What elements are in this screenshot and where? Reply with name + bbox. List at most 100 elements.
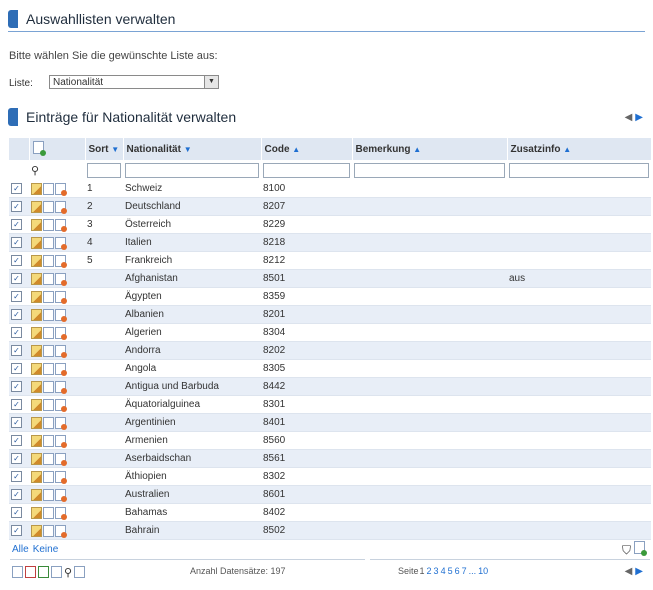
col-bemerkung[interactable]: Bemerkung ▲ bbox=[352, 138, 508, 160]
row-checkbox[interactable]: ✓ bbox=[11, 506, 22, 518]
copy-icon[interactable] bbox=[43, 200, 54, 213]
delete-icon[interactable] bbox=[55, 362, 67, 376]
delete-icon[interactable] bbox=[55, 218, 67, 232]
next-page-icon[interactable]: ▶ bbox=[635, 566, 643, 577]
copy-icon[interactable] bbox=[43, 398, 54, 411]
table-row[interactable]: ✓ Bahamas 8402 bbox=[9, 503, 651, 522]
col-nationalitaet[interactable]: Nationalität ▼ bbox=[123, 138, 262, 160]
row-checkbox[interactable]: ✓ bbox=[11, 254, 22, 266]
filter-zusatzinfo-input[interactable] bbox=[509, 162, 649, 178]
table-row[interactable]: ✓ Angola 8305 bbox=[9, 359, 651, 378]
delete-icon[interactable] bbox=[55, 488, 67, 502]
edit-icon[interactable] bbox=[31, 362, 42, 375]
row-checkbox[interactable]: ✓ bbox=[11, 470, 22, 482]
table-row[interactable]: ✓ Andorra 8202 bbox=[9, 341, 651, 360]
edit-icon[interactable] bbox=[31, 416, 42, 429]
copy-icon[interactable] bbox=[43, 308, 54, 321]
copy-icon[interactable] bbox=[43, 236, 54, 249]
binoculars-icon[interactable]: ⚲ bbox=[64, 566, 72, 579]
table-row[interactable]: ✓ 5 Frankreich 8212 bbox=[9, 251, 651, 270]
edit-icon[interactable] bbox=[31, 326, 42, 339]
page-link[interactable]: 1 bbox=[420, 566, 425, 576]
row-checkbox[interactable]: ✓ bbox=[11, 182, 22, 194]
filter-bemerkung-input[interactable] bbox=[354, 162, 505, 178]
prev-page-icon[interactable]: ◀ bbox=[625, 566, 633, 577]
edit-icon[interactable] bbox=[31, 434, 42, 447]
table-row[interactable]: ✓ Afghanistan 8501 aus bbox=[9, 269, 651, 288]
col-code[interactable]: Code ▲ bbox=[261, 138, 353, 160]
table-row[interactable]: ✓ Algerien 8304 bbox=[9, 323, 651, 342]
delete-icon[interactable] bbox=[55, 380, 67, 394]
delete-icon[interactable] bbox=[55, 200, 67, 214]
delete-icon[interactable] bbox=[55, 344, 67, 358]
delete-icon[interactable] bbox=[55, 254, 67, 268]
export-new-icon[interactable] bbox=[12, 566, 23, 579]
copy-icon[interactable] bbox=[43, 506, 54, 519]
excel-icon[interactable] bbox=[38, 566, 49, 579]
col-sort[interactable]: Sort ▼ bbox=[85, 138, 124, 160]
delete-icon[interactable] bbox=[55, 182, 67, 196]
copy-icon[interactable] bbox=[43, 488, 54, 501]
table-row[interactable]: ✓ Aserbaidschan 8561 bbox=[9, 449, 651, 468]
pdf-icon[interactable] bbox=[25, 566, 36, 579]
filter-icon[interactable]: ⛉ bbox=[622, 543, 631, 557]
table-row[interactable]: ✓ 2 Deutschland 8207 bbox=[9, 197, 651, 216]
row-checkbox[interactable]: ✓ bbox=[11, 290, 22, 302]
copy-icon[interactable] bbox=[43, 416, 54, 429]
col-zusatzinfo[interactable]: Zusatzinfo ▲ bbox=[507, 138, 652, 160]
table-row[interactable]: ✓ Ägypten 8359 bbox=[9, 287, 651, 306]
new-entry-icon[interactable] bbox=[32, 141, 46, 156]
table-row[interactable]: ✓ Australien 8601 bbox=[9, 485, 651, 504]
row-checkbox[interactable]: ✓ bbox=[11, 524, 22, 536]
row-checkbox[interactable]: ✓ bbox=[11, 326, 22, 338]
row-checkbox[interactable]: ✓ bbox=[11, 380, 22, 392]
next-page-icon[interactable]: ▶ bbox=[635, 112, 643, 123]
delete-icon[interactable] bbox=[55, 416, 67, 430]
copy-icon[interactable] bbox=[43, 290, 54, 303]
edit-icon[interactable] bbox=[31, 344, 42, 357]
page-link[interactable]: 10 bbox=[478, 566, 488, 576]
prev-page-icon[interactable]: ◀ bbox=[625, 112, 633, 123]
row-checkbox[interactable]: ✓ bbox=[11, 488, 22, 500]
copy-icon[interactable] bbox=[43, 362, 54, 375]
edit-icon[interactable] bbox=[31, 200, 42, 213]
delete-icon[interactable] bbox=[55, 506, 67, 520]
delete-icon[interactable] bbox=[55, 290, 67, 304]
copy-icon[interactable] bbox=[43, 326, 54, 339]
page-link[interactable]: ... bbox=[469, 566, 477, 576]
row-checkbox[interactable]: ✓ bbox=[11, 272, 22, 284]
row-checkbox[interactable]: ✓ bbox=[11, 362, 22, 374]
table-row[interactable]: ✓ 1 Schweiz 8100 bbox=[9, 180, 651, 198]
table-row[interactable]: ✓ Äquatorialguinea 8301 bbox=[9, 395, 651, 414]
edit-icon[interactable] bbox=[31, 488, 42, 501]
copy-icon[interactable] bbox=[43, 470, 54, 483]
edit-icon[interactable] bbox=[31, 290, 42, 303]
edit-icon[interactable] bbox=[31, 506, 42, 519]
table-row[interactable]: ✓ Bahrain 8502 bbox=[9, 521, 651, 540]
delete-icon[interactable] bbox=[55, 524, 67, 538]
delete-icon[interactable] bbox=[55, 470, 67, 484]
edit-icon[interactable] bbox=[31, 380, 42, 393]
delete-icon[interactable] bbox=[55, 398, 67, 412]
print-icon[interactable] bbox=[74, 566, 86, 579]
table-row[interactable]: ✓ Albanien 8201 bbox=[9, 305, 651, 324]
row-checkbox[interactable]: ✓ bbox=[11, 200, 22, 212]
copy-icon[interactable] bbox=[43, 380, 54, 393]
row-checkbox[interactable]: ✓ bbox=[11, 434, 22, 446]
row-checkbox[interactable]: ✓ bbox=[11, 416, 22, 428]
row-checkbox[interactable]: ✓ bbox=[11, 452, 22, 464]
edit-icon[interactable] bbox=[31, 182, 42, 195]
page-link[interactable]: 2 bbox=[427, 566, 432, 576]
copy-icon[interactable] bbox=[43, 182, 54, 195]
row-checkbox[interactable]: ✓ bbox=[11, 344, 22, 356]
select-all-link[interactable]: Alle bbox=[12, 544, 29, 555]
copy-icon[interactable] bbox=[43, 344, 54, 357]
edit-icon[interactable] bbox=[31, 308, 42, 321]
select-none-link[interactable]: Keine bbox=[33, 544, 59, 555]
page-link[interactable]: 7 bbox=[462, 566, 467, 576]
row-checkbox[interactable]: ✓ bbox=[11, 308, 22, 320]
edit-icon[interactable] bbox=[31, 470, 42, 483]
copy-icon[interactable] bbox=[43, 218, 54, 231]
delete-icon[interactable] bbox=[55, 308, 67, 322]
document-icon[interactable] bbox=[51, 566, 62, 579]
